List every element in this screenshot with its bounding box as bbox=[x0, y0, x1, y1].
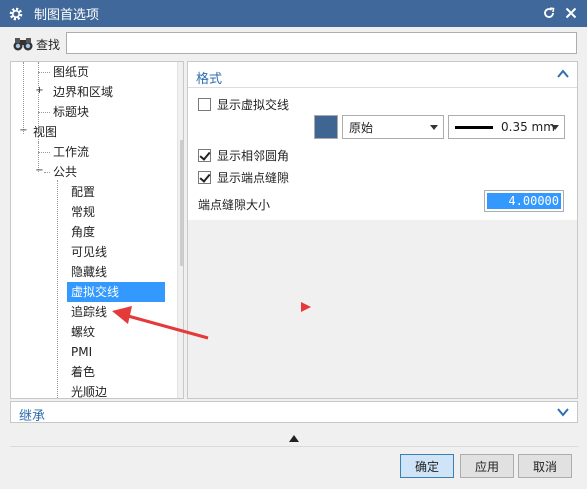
format-section-title: 格式 bbox=[196, 72, 223, 87]
line-width-sample bbox=[455, 125, 493, 129]
cursor-marker-icon bbox=[301, 302, 311, 312]
endpoint-gap-size-label: 端点缝隙大小 bbox=[198, 198, 271, 212]
dropdown-arrow-icon bbox=[430, 125, 438, 130]
chevron-up-icon[interactable] bbox=[557, 69, 569, 79]
tree-item-pmi[interactable]: PMI bbox=[67, 342, 96, 362]
tree-item-trace-lines[interactable]: 追踪线 bbox=[67, 302, 111, 322]
format-section: 格式 显示虚拟交线 原始 0.35 mm 显示相邻圆角 显示端点缝隙 端点缝隙大… bbox=[188, 62, 577, 220]
tree-scrollbar[interactable]: ▲ ▼ bbox=[177, 62, 184, 398]
show-virtual-intersection-row[interactable]: 显示虚拟交线 bbox=[198, 95, 289, 113]
chevron-down-icon[interactable] bbox=[557, 407, 569, 417]
scroll-thumb[interactable] bbox=[180, 140, 184, 266]
format-section-header[interactable]: 格式 bbox=[188, 62, 577, 88]
expand-up-arrow-icon[interactable] bbox=[289, 434, 299, 442]
endpoint-gap-size-input[interactable]: 4.00000 bbox=[484, 190, 564, 212]
line-width-value: 0.35 mm bbox=[501, 120, 555, 134]
apply-button[interactable]: 应用 bbox=[460, 454, 514, 478]
inherit-section-header[interactable]: 继承 bbox=[10, 401, 578, 424]
line-color-swatch[interactable] bbox=[314, 115, 338, 139]
tree-item-title-block[interactable]: 标题块 bbox=[49, 102, 93, 122]
show-endpoint-gaps-row[interactable]: 显示端点缝隙 bbox=[198, 168, 289, 186]
preferences-tree[interactable]: + − − 图纸页 边界和区域 标题块 视图 工作流 公共 配置 常规 角度 可… bbox=[10, 61, 184, 399]
dropdown-arrow-icon bbox=[551, 125, 559, 130]
show-adjacent-fillets-checkbox[interactable] bbox=[198, 148, 211, 162]
tree-item-view[interactable]: 视图 bbox=[29, 122, 61, 142]
show-virtual-intersection-label: 显示虚拟交线 bbox=[217, 97, 290, 112]
footer-divider bbox=[10, 446, 578, 447]
window-title: 制图首选项 bbox=[34, 8, 100, 23]
tree-item-angle[interactable]: 角度 bbox=[67, 222, 99, 242]
search-row: 查找 bbox=[0, 27, 587, 59]
show-endpoint-gaps-checkbox[interactable] bbox=[198, 170, 211, 184]
collapse-toggle[interactable]: − bbox=[19, 126, 28, 136]
search-label: 查找 bbox=[36, 38, 61, 52]
tree-item-common[interactable]: 公共 bbox=[49, 162, 81, 182]
gear-icon bbox=[9, 7, 23, 20]
linetype-value: 原始 bbox=[349, 120, 374, 135]
tree-item-smooth-edges[interactable]: 光顺边 bbox=[67, 382, 111, 398]
line-width-select[interactable]: 0.35 mm bbox=[448, 115, 565, 139]
title-bar: 制图首选项 bbox=[0, 0, 587, 27]
tree-item-virtual-intersection[interactable]: 虚拟交线 bbox=[67, 282, 165, 302]
search-input[interactable] bbox=[66, 32, 577, 54]
collapse-toggle[interactable]: − bbox=[35, 166, 44, 176]
inherit-section-title: 继承 bbox=[19, 409, 46, 424]
tree-item-hidden-lines[interactable]: 隐藏线 bbox=[67, 262, 111, 282]
tree-item-visible-lines[interactable]: 可见线 bbox=[67, 242, 111, 262]
scroll-down-arrow-icon[interactable]: ▼ bbox=[178, 381, 183, 398]
tree-item-sheet[interactable]: 图纸页 bbox=[49, 62, 93, 82]
grip-icon bbox=[183, 198, 184, 207]
ok-button[interactable]: 确定 bbox=[400, 454, 454, 478]
tree-item-border-zones[interactable]: 边界和区域 bbox=[49, 82, 117, 102]
show-adjacent-fillets-row[interactable]: 显示相邻圆角 bbox=[198, 146, 289, 164]
endpoint-gap-size-value: 4.00000 bbox=[487, 193, 561, 209]
scroll-up-arrow-icon[interactable]: ▲ bbox=[178, 62, 183, 79]
settings-panel: 格式 显示虚拟交线 原始 0.35 mm 显示相邻圆角 显示端点缝隙 端点缝隙大… bbox=[187, 61, 578, 399]
show-adjacent-fillets-label: 显示相邻圆角 bbox=[217, 148, 290, 163]
expand-toggle[interactable]: + bbox=[35, 86, 44, 96]
tree-item-general[interactable]: 常规 bbox=[67, 202, 99, 222]
tree-item-shading[interactable]: 着色 bbox=[67, 362, 99, 382]
cancel-button[interactable]: 取消 bbox=[518, 454, 572, 478]
tree-connector bbox=[23, 62, 24, 134]
tree-item-thread[interactable]: 螺纹 bbox=[67, 322, 99, 342]
tree-connector bbox=[57, 180, 58, 398]
tree-item-workflow[interactable]: 工作流 bbox=[49, 142, 93, 162]
reset-icon[interactable] bbox=[541, 5, 557, 21]
tree-item-config[interactable]: 配置 bbox=[67, 182, 99, 202]
binoculars-icon bbox=[13, 38, 33, 51]
show-virtual-intersection-checkbox[interactable] bbox=[198, 97, 211, 111]
show-endpoint-gaps-label: 显示端点缝隙 bbox=[217, 170, 290, 185]
close-icon[interactable] bbox=[563, 5, 579, 21]
linetype-select[interactable]: 原始 bbox=[342, 115, 444, 139]
